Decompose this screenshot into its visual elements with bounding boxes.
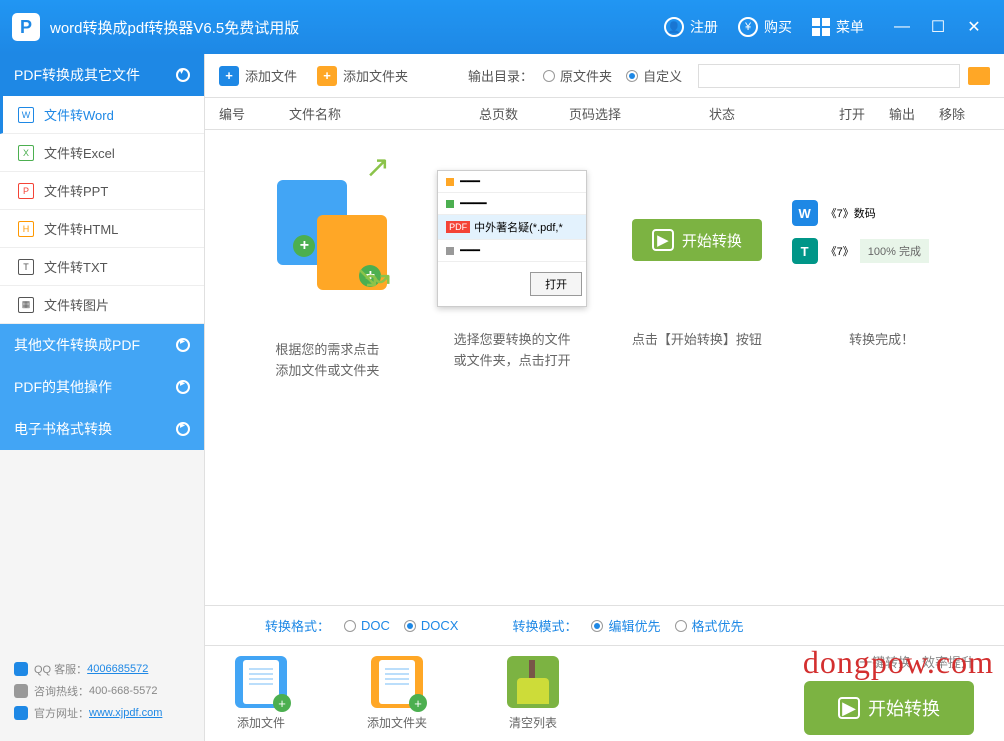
content-area: ++ 根据您的需求点击 添加文件或文件夹 ↝ ━━━ ━━━━ PDF中外著名疑…	[205, 130, 1004, 605]
image-icon: ▦	[18, 297, 34, 313]
chevron-right-icon	[176, 338, 190, 352]
start-convert-mock: ▶开始转换	[632, 219, 762, 261]
user-icon: 👤	[664, 17, 684, 37]
radio-original[interactable]: 原文件夹	[543, 66, 612, 85]
register-button[interactable]: 👤注册	[664, 17, 718, 37]
yen-icon: ¥	[738, 17, 758, 37]
word-icon: W	[792, 200, 818, 226]
th-remove: 移除	[939, 104, 989, 123]
add-folder-big-button[interactable]: + 添加文件夹	[367, 656, 427, 731]
step3-text: 点击【开始转换】按钮	[607, 330, 787, 351]
format-label: 转换格式：	[265, 616, 330, 635]
sidebar: PDF转换成其它文件 W文件转Word X文件转Excel P文件转PPT H文…	[0, 54, 204, 741]
qq-link[interactable]: 4006685572	[87, 663, 148, 675]
mode-label: 转换模式：	[512, 616, 577, 635]
step1-text: 根据您的需求点击 添加文件或文件夹	[237, 340, 417, 382]
play-icon: ▶	[838, 697, 860, 719]
app-title: word转换成pdf转换器V6.5免费试用版	[50, 17, 664, 38]
result-item: W《7》数码	[792, 200, 972, 226]
th-pagesel: 页码选择	[569, 104, 709, 123]
play-icon: ▶	[652, 229, 674, 251]
th-filename: 文件名称	[289, 104, 479, 123]
step2-text: 选择您要转换的文件 或文件夹，点击打开	[422, 330, 602, 372]
radio-doc[interactable]: DOC	[344, 618, 390, 633]
plus-icon: +	[219, 66, 239, 86]
file-dialog-mock: ━━━ ━━━━ PDF中外著名疑(*.pdf,* ━━━ 打开	[437, 170, 587, 307]
add-file-big-button[interactable]: + 添加文件	[235, 656, 287, 731]
table-header: 编号 文件名称 总页数 页码选择 状态 打开 输出 移除	[205, 98, 1004, 130]
txt-icon: T	[18, 259, 34, 275]
done-badge: 100% 完成	[860, 239, 929, 263]
main-panel: +添加文件 +添加文件夹 输出目录： 原文件夹 自定义 编号 文件名称 总页数 …	[204, 54, 1004, 741]
website: 官方网址：www.xjpdf.com	[14, 705, 190, 721]
category-other-to-pdf[interactable]: 其他文件转换成PDF	[0, 324, 204, 366]
maximize-button[interactable]: ☐	[920, 17, 956, 37]
chevron-right-icon	[176, 422, 190, 436]
word-icon: W	[18, 107, 34, 123]
menu-button[interactable]: 菜单	[812, 17, 864, 37]
app-logo-icon: P	[12, 13, 40, 41]
plus-icon: +	[317, 66, 337, 86]
sidebar-item-ppt[interactable]: P文件转PPT	[0, 172, 204, 210]
chevron-right-icon	[176, 380, 190, 394]
html-icon: H	[18, 221, 34, 237]
step-1: ++ 根据您的需求点击 添加文件或文件夹 ↝	[237, 170, 417, 382]
step-4: W《7》数码 T《7》100% 完成 转换完成！	[792, 170, 972, 351]
category-pdf-ops[interactable]: PDF的其他操作	[0, 366, 204, 408]
toolbar: +添加文件 +添加文件夹 输出目录： 原文件夹 自定义	[205, 54, 1004, 98]
th-pages: 总页数	[479, 104, 569, 123]
th-status: 状态	[709, 104, 839, 123]
open-button-mock: 打开	[530, 272, 582, 296]
phone-icon	[14, 684, 28, 698]
browse-folder-button[interactable]	[968, 67, 990, 85]
output-label: 输出目录：	[468, 66, 533, 85]
category-pdf-to-other[interactable]: PDF转换成其它文件	[0, 54, 204, 96]
clear-list-button[interactable]: 清空列表	[507, 656, 559, 731]
th-output: 输出	[889, 104, 939, 123]
sidebar-item-html[interactable]: H文件转HTML	[0, 210, 204, 248]
sidebar-item-image[interactable]: ▦文件转图片	[0, 286, 204, 324]
qq-support: QQ 客服：4006685572	[14, 661, 190, 677]
th-index: 编号	[219, 104, 289, 123]
add-folder-button[interactable]: +添加文件夹	[317, 66, 408, 86]
globe-icon	[14, 706, 28, 720]
buy-button[interactable]: ¥购买	[738, 17, 792, 37]
step4-text: 转换完成！	[792, 330, 972, 351]
titlebar: P word转换成pdf转换器V6.5免费试用版 👤注册 ¥购买 菜单 — ☐ …	[0, 0, 1004, 54]
phone-support: 咨询热线：400-668-5572	[14, 683, 190, 699]
add-file-button[interactable]: +添加文件	[219, 66, 297, 86]
plus-icon: +	[273, 694, 291, 712]
radio-custom[interactable]: 自定义	[626, 66, 682, 85]
result-item: T《7》100% 完成	[792, 238, 972, 264]
txt-icon: T	[792, 238, 818, 264]
options-bar: 转换格式： DOC DOCX 转换模式： 编辑优先 格式优先	[205, 605, 1004, 645]
qq-icon	[14, 662, 28, 676]
excel-icon: X	[18, 145, 34, 161]
radio-edit-priority[interactable]: 编辑优先	[591, 616, 660, 635]
website-link[interactable]: www.xjpdf.com	[89, 707, 162, 719]
th-open: 打开	[839, 104, 889, 123]
close-button[interactable]: ✕	[956, 17, 992, 37]
arrow-icon: ↘	[355, 260, 380, 295]
sidebar-item-word[interactable]: W文件转Word	[0, 96, 204, 134]
start-convert-button[interactable]: ▶开始转换	[804, 681, 974, 735]
category-ebook[interactable]: 电子书格式转换	[0, 408, 204, 450]
sidebar-item-excel[interactable]: X文件转Excel	[0, 134, 204, 172]
ppt-icon: P	[18, 183, 34, 199]
chevron-down-icon	[176, 68, 190, 82]
sidebar-item-txt[interactable]: T文件转TXT	[0, 248, 204, 286]
tagline: 一键转换 效率提升	[804, 652, 974, 671]
bottom-bar: + 添加文件 + 添加文件夹 清空列表 一键转换 效率提升 ▶开始转换 dong…	[205, 645, 1004, 741]
footer-info: QQ 客服：4006685572 咨询热线：400-668-5572 官方网址：…	[0, 647, 204, 741]
grid-icon	[812, 18, 830, 36]
step-2: ━━━ ━━━━ PDF中外著名疑(*.pdf,* ━━━ 打开 选择您要转换的…	[422, 170, 602, 372]
minimize-button[interactable]: —	[884, 18, 920, 36]
arrow-icon: ↗	[365, 150, 390, 185]
output-path-input[interactable]	[698, 64, 960, 88]
radio-docx[interactable]: DOCX	[404, 618, 459, 633]
plus-icon: +	[409, 694, 427, 712]
step-3: ▶开始转换 点击【开始转换】按钮 ↘	[607, 170, 787, 351]
radio-format-priority[interactable]: 格式优先	[675, 616, 744, 635]
broom-icon	[513, 660, 553, 704]
